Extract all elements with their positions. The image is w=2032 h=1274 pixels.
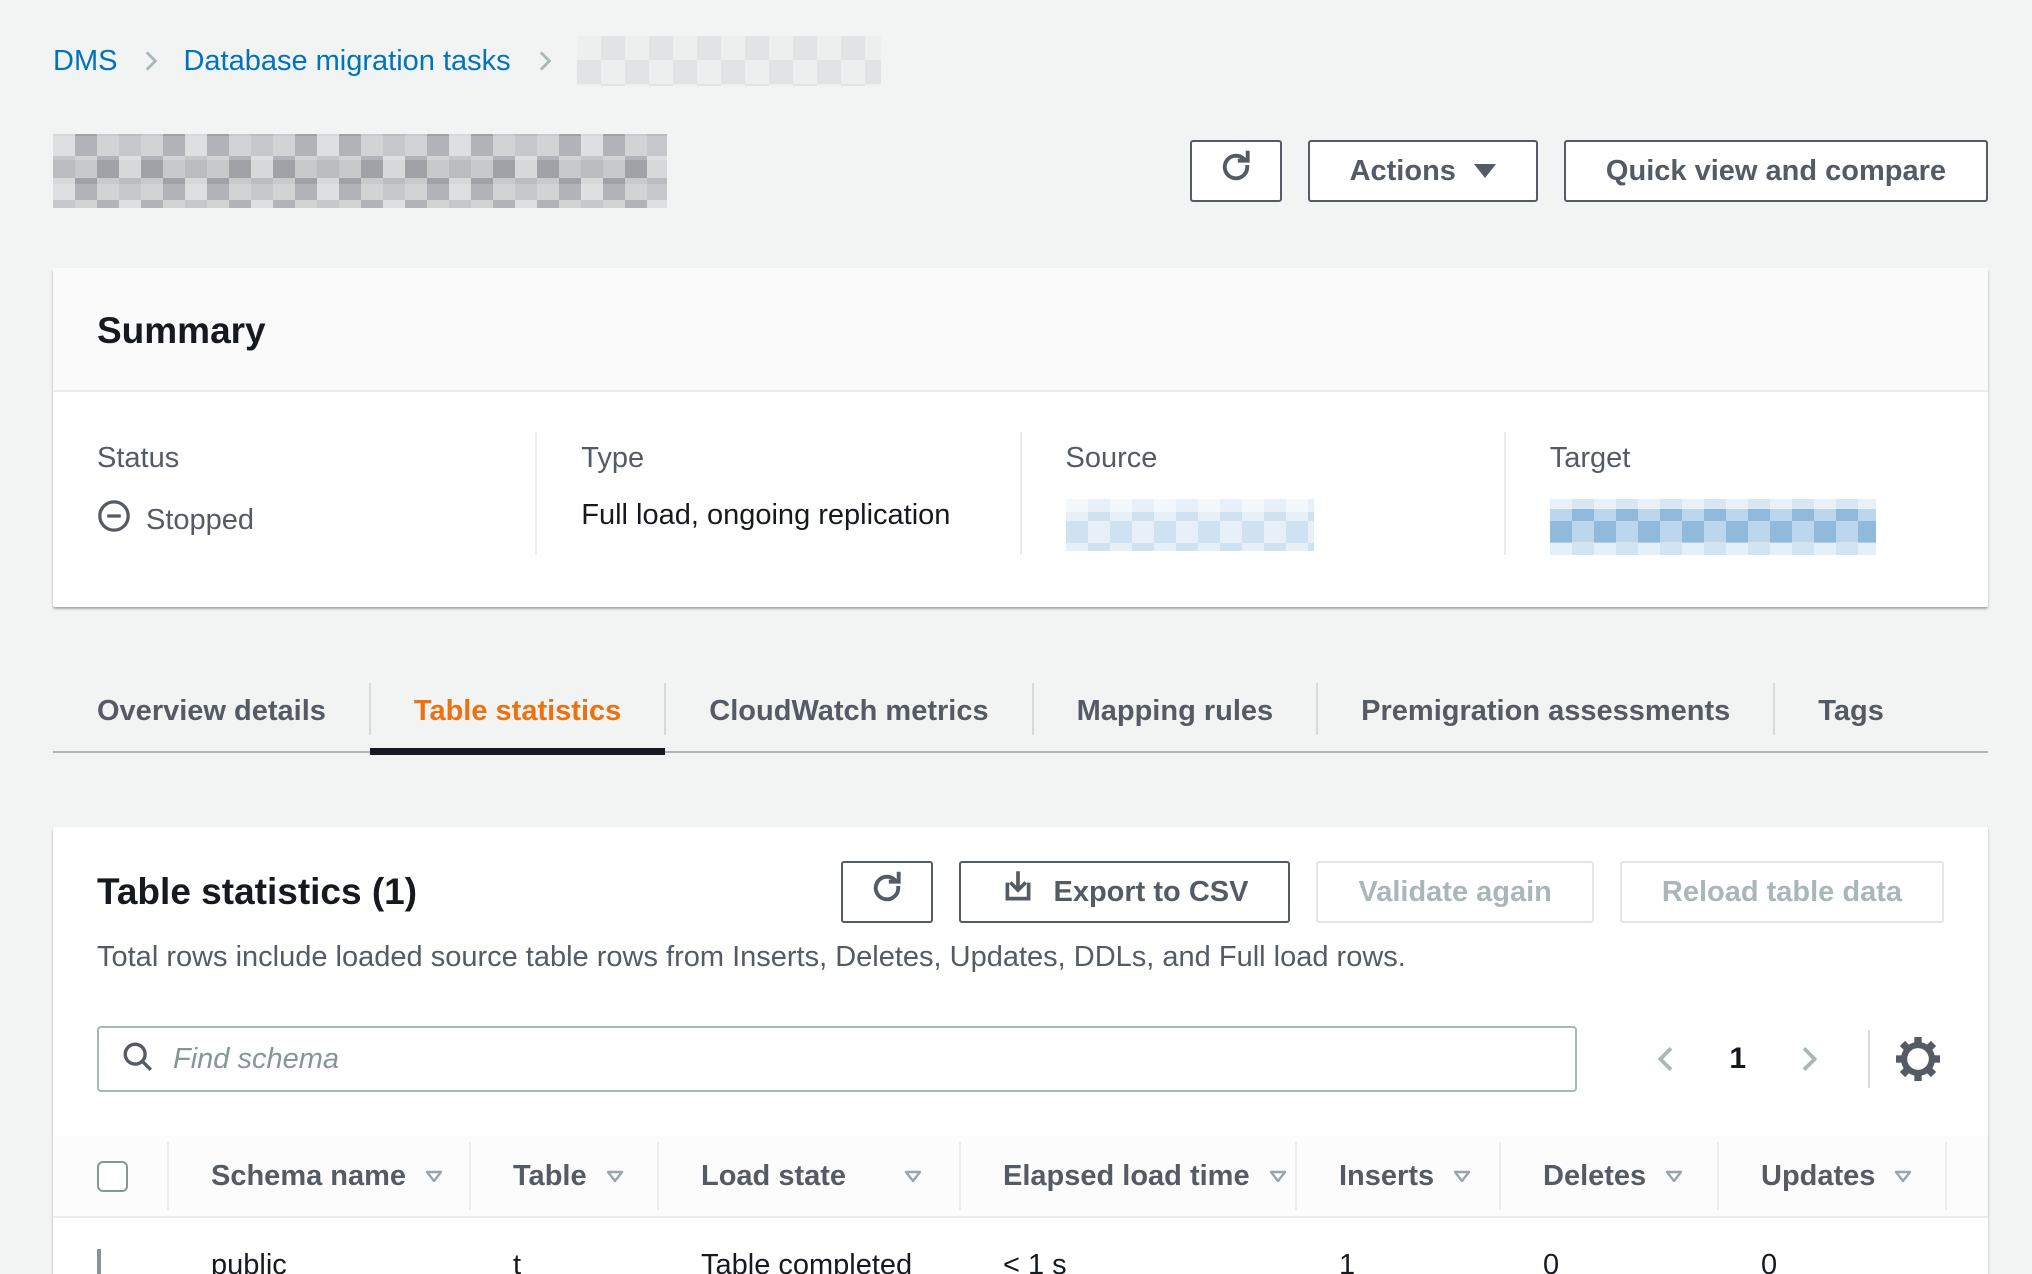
search-input[interactable]	[173, 1028, 1553, 1090]
refresh-button[interactable]	[1190, 140, 1282, 202]
column-label: Inserts	[1339, 1160, 1434, 1193]
column-label: Load state	[701, 1160, 846, 1193]
tab-bar: Overview details Table statistics CloudW…	[53, 671, 1988, 753]
status-label: Status	[97, 442, 491, 475]
target-value-redacted[interactable]	[1550, 499, 1876, 555]
tab-tags[interactable]: Tags	[1774, 671, 1928, 751]
tab-overview-details[interactable]: Overview details	[53, 671, 370, 751]
sort-icon[interactable]	[1891, 1164, 1915, 1188]
sort-icon[interactable]	[901, 1164, 925, 1188]
table-statistics-title: Table statistics (1)	[97, 871, 417, 913]
download-icon	[1001, 871, 1035, 913]
minus-circle-icon	[97, 499, 131, 541]
cell-schema-name: public	[167, 1249, 469, 1274]
tab-table-statistics[interactable]: Table statistics	[370, 671, 665, 751]
breadcrumb: DMS Database migration tasks	[53, 36, 1988, 86]
pagination: 1	[1639, 1030, 1944, 1088]
reload-table-data-button[interactable]: Reload table data	[1620, 861, 1944, 923]
export-to-csv-button[interactable]: Export to CSV	[959, 861, 1290, 923]
settings-gear-icon[interactable]	[1896, 1037, 1944, 1081]
export-to-csv-label: Export to CSV	[1053, 876, 1248, 909]
next-page-button[interactable]	[1780, 1043, 1836, 1075]
source-value-redacted[interactable]	[1066, 499, 1314, 551]
previous-page-button[interactable]	[1639, 1043, 1695, 1075]
grid-header-row: Schema name Table Load state	[53, 1136, 1988, 1218]
table-statistics-card: Table statistics (1)	[53, 827, 1988, 1274]
type-label: Type	[581, 442, 975, 475]
column-label: Table	[513, 1160, 587, 1193]
breadcrumb-link-tasks[interactable]: Database migration tasks	[183, 45, 510, 78]
refresh-icon	[1218, 149, 1254, 193]
summary-status-column: Status Stopped	[53, 432, 535, 555]
status-value: Stopped	[146, 504, 254, 537]
target-label: Target	[1550, 442, 1944, 475]
type-value: Full load, ongoing replication	[581, 499, 975, 532]
table-statistics-description: Total rows include loaded source table r…	[53, 941, 1988, 974]
cell-table: t	[469, 1249, 657, 1274]
cell-deletes: 0	[1499, 1249, 1717, 1274]
validate-again-button[interactable]: Validate again	[1316, 861, 1593, 923]
cell-load-state: Table completed	[657, 1249, 959, 1274]
breadcrumb-link-dms[interactable]: DMS	[53, 45, 117, 78]
column-header-deletes[interactable]: Deletes	[1499, 1136, 1717, 1216]
actions-button-label: Actions	[1350, 155, 1456, 188]
row-checkbox[interactable]	[97, 1249, 101, 1274]
dms-task-page: DMS Database migration tasks	[0, 0, 2032, 1274]
quick-view-compare-button[interactable]: Quick view and compare	[1564, 140, 1988, 202]
tab-premigration-assessments[interactable]: Premigration assessments	[1317, 671, 1774, 751]
column-header-load-state[interactable]: Load state	[657, 1136, 959, 1216]
summary-target-column: Target	[1504, 432, 1988, 555]
breadcrumb-redacted-task-name	[577, 36, 881, 86]
table-statistics-grid: Schema name Table Load state	[53, 1136, 1988, 1274]
summary-type-column: Type Full load, ongoing replication	[535, 432, 1019, 555]
table-row[interactable]: public t Table completed < 1 s 1 0 0 0	[53, 1218, 1988, 1274]
caret-down-icon	[1474, 164, 1496, 178]
column-label: Elapsed load time	[1003, 1160, 1250, 1193]
column-label: Deletes	[1543, 1160, 1646, 1193]
column-header-inserts[interactable]: Inserts	[1295, 1136, 1499, 1216]
sort-icon[interactable]	[1266, 1164, 1290, 1188]
cell-ddls-clipped: 0	[1945, 1249, 1988, 1274]
column-label: Schema name	[211, 1160, 406, 1193]
column-header-updates[interactable]: Updates	[1717, 1136, 1945, 1216]
search-icon	[121, 1040, 155, 1079]
quick-view-label: Quick view and compare	[1606, 155, 1946, 188]
schema-search-box	[97, 1026, 1577, 1092]
cell-updates: 0	[1717, 1249, 1945, 1274]
actions-button[interactable]: Actions	[1308, 140, 1538, 202]
sort-icon[interactable]	[1450, 1164, 1474, 1188]
summary-source-column: Source	[1020, 432, 1504, 555]
column-label: Updates	[1761, 1160, 1875, 1193]
cell-elapsed-load-time: < 1 s	[959, 1249, 1295, 1274]
pagination-divider	[1868, 1030, 1870, 1088]
table-refresh-button[interactable]	[841, 861, 933, 923]
select-all-checkbox[interactable]	[97, 1161, 128, 1192]
refresh-icon	[869, 870, 905, 914]
summary-card-header: Summary	[53, 268, 1988, 392]
column-header-schema-name[interactable]: Schema name	[167, 1136, 469, 1216]
sort-icon[interactable]	[1662, 1164, 1686, 1188]
sort-icon[interactable]	[422, 1164, 446, 1188]
column-header-elapsed-load-time[interactable]: Elapsed load time	[959, 1136, 1295, 1216]
summary-card: Summary Status Stopped Type	[53, 268, 1988, 607]
summary-title: Summary	[97, 310, 1944, 352]
source-label: Source	[1066, 442, 1460, 475]
sort-icon[interactable]	[603, 1164, 627, 1188]
chevron-right-icon	[531, 48, 557, 74]
tab-mapping-rules[interactable]: Mapping rules	[1033, 671, 1318, 751]
page-title-redacted	[53, 134, 667, 208]
column-header-table[interactable]: Table	[469, 1136, 657, 1216]
current-page-number[interactable]: 1	[1695, 1042, 1780, 1076]
tab-cloudwatch-metrics[interactable]: CloudWatch metrics	[665, 671, 1032, 751]
cell-inserts: 1	[1295, 1249, 1499, 1274]
column-header-ddls-clipped[interactable]: D	[1945, 1136, 1988, 1216]
chevron-right-icon	[137, 48, 163, 74]
